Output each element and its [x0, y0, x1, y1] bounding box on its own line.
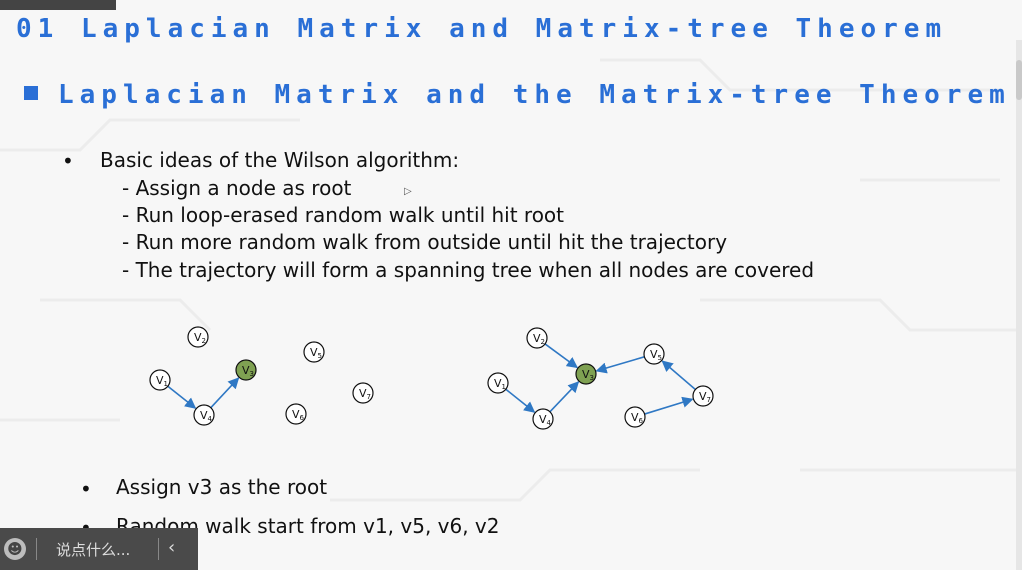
right-graph-node-v6: V6 [624, 406, 646, 428]
right-graph-node-v5: V5 [643, 343, 665, 365]
divider [36, 538, 37, 560]
left-graph-node-v5: V5 [303, 341, 325, 363]
right-graph-node-v4: V4 [532, 408, 554, 430]
left-graph-edge-v1-to-v4 [167, 385, 197, 409]
right-graph-edge-v7-to-v5 [661, 360, 696, 391]
square-bullet-icon [24, 85, 38, 100]
scrollbar-thumb[interactable] [1016, 60, 1022, 100]
right-graph-edge-v4-to-v3 [549, 381, 580, 413]
smiley-icon[interactable]: ☻ [4, 538, 26, 560]
sub-point: - Run loop-erased random walk until hit … [122, 203, 565, 227]
section-title-text: Laplacian Matrix and the Matrix-tree The… [58, 80, 1011, 110]
page-title: 01 Laplacian Matrix and Matrix-tree Theo… [16, 14, 948, 44]
scrollbar-track[interactable] [1016, 40, 1022, 570]
mouse-cursor-icon: ▷ [404, 186, 412, 197]
left-graph-edge-v4-to-v3 [210, 377, 240, 409]
bullet-icon: • [62, 149, 74, 173]
divider [158, 538, 159, 560]
bottom-bullet-text: Assign v3 as the root [116, 475, 328, 499]
right-graph-node-v7: V7 [692, 385, 714, 407]
right-graph-node-v3: V3 [575, 363, 597, 385]
bullet-icon: • [80, 477, 92, 501]
wilson-algorithm-diagram: V1 V2 V3 V4 V5 V6 V7 V1 V2 V3 V4 V5 V6 V7 [149, 326, 714, 430]
left-graph-node-v6: V6 [285, 403, 307, 425]
left-graph-node-v3: V3 [235, 359, 257, 381]
left-graph-node-v1: V1 [149, 369, 171, 391]
sub-point: - Run more random walk from outside unti… [122, 230, 728, 254]
left-graph-node-v2: V2 [187, 326, 209, 348]
left-graph-node-v7: V7 [352, 382, 374, 404]
right-graph-node-v2: V2 [526, 327, 548, 349]
right-graph-edge-v1-to-v4 [505, 388, 536, 413]
chat-input-bar[interactable]: ☻ 说点什么... ‹ [0, 528, 198, 570]
sub-point: - Assign a node as root [122, 176, 352, 200]
right-graph-edge-v6-to-v7 [644, 396, 694, 415]
chevron-left-icon[interactable]: ‹ [168, 537, 175, 558]
right-graph-node-v1: V1 [487, 372, 509, 394]
right-graph-edge-v2-to-v3 [544, 343, 579, 369]
main-bullet-text: Basic ideas of the Wilson algorithm: [100, 148, 460, 172]
left-graph-node-v4: V4 [193, 404, 215, 426]
section-title: Laplacian Matrix and the Matrix-tree The… [24, 80, 1011, 110]
chat-input-placeholder[interactable]: 说点什么... [56, 539, 130, 560]
sub-point: - The trajectory will form a spanning tr… [122, 258, 815, 282]
right-graph-edge-v5-to-v3 [595, 356, 645, 374]
